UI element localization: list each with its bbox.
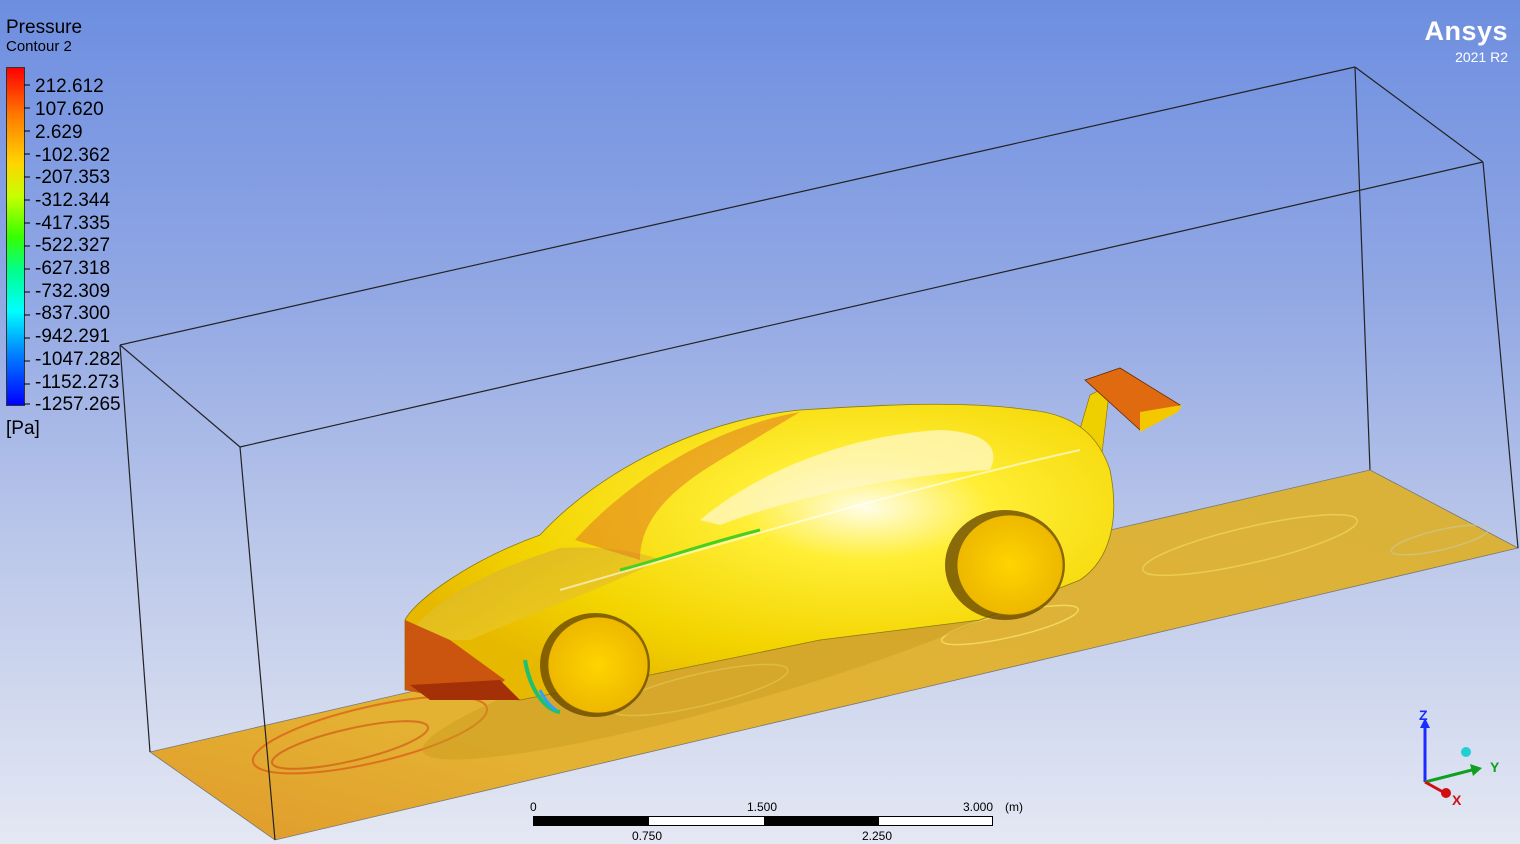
scale-label-2250: 2.250 — [862, 829, 893, 843]
scale-label-0: 0 — [530, 800, 537, 814]
axis-triad[interactable]: Z Y X — [1400, 700, 1520, 810]
scale-label-0750: 0.750 — [632, 829, 663, 843]
x-arrow-icon — [1441, 788, 1451, 798]
x-label: X — [1452, 792, 1462, 808]
legend-value: -312.344 — [35, 190, 111, 211]
legend-value: -102.362 — [35, 145, 111, 166]
legend-ticks — [24, 84, 30, 405]
brand-version: 2021 R2 — [1455, 49, 1508, 65]
front-wheel — [540, 613, 650, 717]
brand-logo: Ansys 2021 R2 — [1424, 16, 1508, 65]
legend-value: 107.620 — [35, 99, 104, 120]
y-arrow-icon — [1470, 764, 1482, 776]
legend-value: -1257.265 — [35, 394, 121, 415]
legend-value: -1152.273 — [35, 372, 120, 393]
graphics-viewport[interactable]: Pressure Contour 2 212.612 107.620 2.629… — [0, 0, 1520, 844]
scene — [119, 66, 1520, 841]
legend-value: -522.327 — [35, 235, 111, 256]
y-axis — [1424, 768, 1473, 784]
legend-value: -942.291 — [35, 326, 111, 347]
legend-value: 2.629 — [35, 122, 83, 143]
legend-value: -207.353 — [35, 167, 111, 188]
legend-value: 212.612 — [35, 76, 104, 97]
scale-label-3000: 3.000 — [963, 800, 994, 814]
y-label: Y — [1490, 759, 1500, 775]
legend-value: -732.309 — [35, 281, 111, 302]
view-sphere-icon[interactable] — [1461, 747, 1471, 757]
legend-title: Pressure — [6, 17, 83, 38]
x-axis — [1424, 780, 1444, 794]
brand-name: Ansys — [1424, 16, 1508, 46]
z-label: Z — [1419, 707, 1428, 723]
scale-bar — [533, 816, 993, 826]
legend-value: -837.300 — [35, 303, 111, 324]
rear-wheel — [945, 510, 1065, 620]
legend-unit: [Pa] — [6, 418, 40, 439]
legend-subtitle: Contour 2 — [6, 38, 72, 55]
legend-color-bar[interactable] — [6, 67, 25, 406]
legend-value: -1047.282 — [35, 349, 121, 370]
scale-label-1500: 1.500 — [747, 800, 778, 814]
scale-unit: (m) — [1005, 800, 1023, 814]
legend-value: -627.318 — [35, 258, 111, 279]
legend-value: -417.335 — [35, 213, 111, 234]
